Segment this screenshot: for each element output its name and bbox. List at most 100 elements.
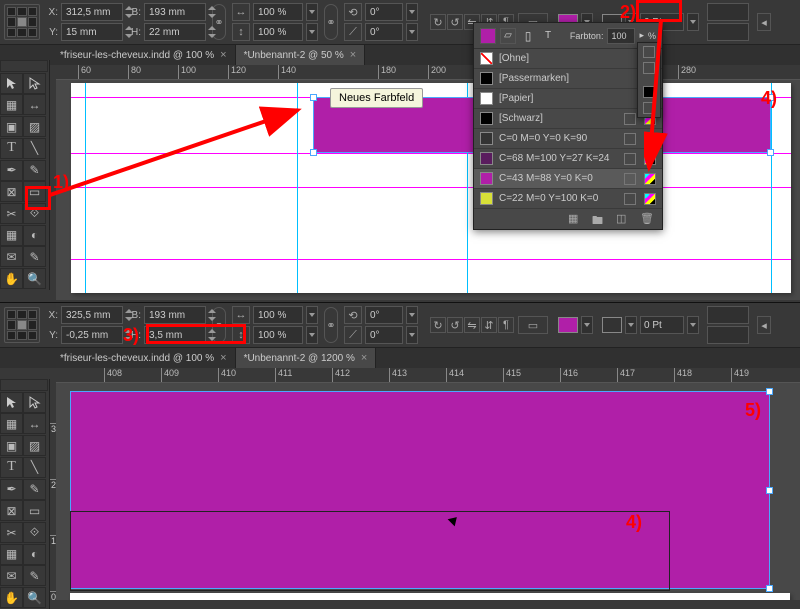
flip-h-icon[interactable]: ⇋ — [464, 317, 480, 333]
eyedropper-tool[interactable]: ✎ — [23, 246, 46, 267]
guide-vertical[interactable] — [85, 83, 86, 293]
x-field[interactable]: 312,5 mm — [61, 3, 123, 21]
paragraph-icon[interactable]: ¶ — [498, 317, 514, 333]
tools-grip[interactable] — [0, 379, 48, 391]
container-icon[interactable]: ▭ — [518, 316, 548, 334]
direct-selection-tool[interactable] — [23, 392, 46, 413]
close-icon[interactable]: × — [220, 352, 226, 364]
hand-tool[interactable]: ✋ — [0, 587, 23, 608]
swatch-type-icon[interactable] — [643, 62, 655, 74]
gap-tool[interactable]: ↔ — [23, 413, 46, 434]
selection-handle[interactable] — [310, 94, 317, 101]
content-collector-tool[interactable]: ▣ — [0, 435, 23, 456]
panel-collapse-icon[interactable]: ◂ — [757, 13, 771, 31]
document-tab-active[interactable]: *Unbenannt-2 @ 1200 %× — [236, 348, 377, 368]
x-field[interactable]: 325,5 mm — [61, 306, 123, 324]
guide-horizontal[interactable] — [71, 153, 791, 154]
gap-tool[interactable]: ↔ — [23, 94, 46, 115]
tools-grip[interactable] — [0, 60, 48, 72]
frame-outline[interactable] — [70, 511, 670, 591]
shear-field[interactable]: 0° — [365, 326, 403, 344]
selection-tool[interactable] — [0, 392, 23, 413]
y-field[interactable]: -0,25 mm — [61, 326, 123, 344]
tint-field[interactable]: 100 — [607, 28, 635, 44]
rotate-ccw-icon[interactable]: ↺ — [447, 14, 463, 30]
rotate-field[interactable]: 0° — [365, 306, 403, 324]
dropdown-icon[interactable] — [306, 23, 318, 41]
rotate-cw-icon[interactable]: ↻ — [430, 14, 446, 30]
guide-vertical[interactable] — [297, 83, 298, 293]
selection-handle[interactable] — [310, 149, 317, 156]
selection-tool[interactable] — [0, 73, 23, 94]
dropdown-icon[interactable] — [687, 316, 699, 334]
swatch-row[interactable]: [Schwarz] — [474, 109, 662, 129]
type-tool[interactable]: T — [0, 138, 23, 159]
free-transform-tool[interactable]: ⟐ — [23, 522, 46, 543]
direct-selection-tool[interactable] — [23, 73, 46, 94]
dropdown-icon[interactable] — [306, 306, 318, 324]
eyedropper-tool[interactable]: ✎ — [23, 565, 46, 586]
zoom-tool[interactable]: 🔍 — [23, 268, 46, 289]
rotate-field[interactable]: 0° — [365, 3, 403, 21]
swatch-row[interactable]: C=43 M=88 Y=0 K=0 — [474, 169, 662, 189]
swatch-type-icon[interactable] — [643, 46, 655, 58]
folder-icon[interactable]: 🖿 — [592, 212, 606, 226]
guide-vertical[interactable] — [771, 83, 772, 293]
height-field[interactable]: 3,5 mm — [144, 326, 206, 344]
fill-dropdown-icon[interactable] — [581, 316, 593, 334]
line-end-dropdown[interactable] — [707, 326, 749, 344]
stroke-dropdown-icon[interactable] — [625, 316, 637, 334]
stroke-icon[interactable]: ▱ — [500, 28, 516, 44]
gradient-swatch-tool[interactable]: ▦ — [0, 544, 23, 565]
canvas-area[interactable] — [56, 80, 800, 300]
fill-swatch[interactable] — [558, 317, 578, 333]
guide-horizontal[interactable] — [71, 259, 791, 260]
swatch-row[interactable]: C=22 M=0 Y=100 K=0 — [474, 189, 662, 209]
scale-x-field[interactable]: 100 % — [253, 3, 303, 21]
scissors-tool[interactable]: ✂ — [0, 203, 23, 224]
delete-swatch-icon[interactable]: 🗑 — [640, 212, 654, 226]
flip-v-icon[interactable]: ⇵ — [481, 317, 497, 333]
line-end-dropdown[interactable] — [707, 23, 749, 41]
selection-handle[interactable] — [766, 487, 773, 494]
formatting-text-icon[interactable]: T — [540, 28, 556, 44]
zoom-tool[interactable]: 🔍 — [23, 587, 46, 608]
grid-view-icon[interactable]: ▦ — [568, 212, 582, 226]
scale-y-field[interactable]: 100 % — [253, 326, 303, 344]
close-icon[interactable]: × — [350, 49, 356, 61]
link-scale-icon[interactable]: ⚭ — [324, 4, 338, 40]
panel-collapse-icon[interactable]: ◂ — [757, 316, 771, 334]
guide-horizontal[interactable] — [71, 187, 791, 188]
close-icon[interactable]: × — [361, 352, 367, 364]
stroke-style-dropdown[interactable] — [707, 306, 749, 324]
width-field[interactable]: 193 mm — [144, 306, 206, 324]
gradient-swatch-tool[interactable]: ▦ — [0, 225, 23, 246]
hand-tool[interactable]: ✋ — [0, 268, 23, 289]
swatch-row[interactable]: [Papier]✕ — [474, 89, 662, 109]
pen-tool[interactable]: ✒ — [0, 479, 23, 500]
selection-handle[interactable] — [767, 149, 774, 156]
scale-y-field[interactable]: 100 % — [253, 23, 303, 41]
formatting-container-icon[interactable]: ▯ — [520, 28, 536, 44]
line-tool[interactable]: ╲ — [23, 457, 46, 478]
document-tab[interactable]: *friseur-les-cheveux.indd @ 100 %× — [52, 348, 236, 368]
document-tab[interactable]: *friseur-les-cheveux.indd @ 100 %× — [52, 45, 236, 65]
dropdown-icon[interactable] — [306, 3, 318, 21]
page-tool[interactable]: ▦ — [0, 413, 23, 434]
dropdown-icon[interactable] — [406, 306, 418, 324]
document-tab-active[interactable]: *Unbenannt-2 @ 50 %× — [236, 45, 366, 65]
tint-arrow-icon[interactable]: ▸ — [639, 30, 644, 41]
content-placer-tool[interactable]: ▨ — [23, 435, 46, 456]
stroke-style-dropdown[interactable] — [707, 3, 749, 21]
line-tool[interactable]: ╲ — [23, 138, 46, 159]
canvas-area[interactable] — [56, 383, 800, 600]
type-tool[interactable]: T — [0, 457, 23, 478]
note-tool[interactable]: ✉ — [0, 565, 23, 586]
content-placer-tool[interactable]: ▨ — [23, 116, 46, 137]
fill-icon[interactable] — [480, 28, 496, 44]
swatch-lock-icon[interactable] — [643, 86, 655, 98]
pencil-tool[interactable]: ✎ — [23, 160, 46, 181]
reference-point-grid[interactable] — [4, 307, 40, 343]
gradient-feather-tool[interactable]: ◐ — [23, 225, 46, 246]
page-tool[interactable]: ▦ — [0, 94, 23, 115]
